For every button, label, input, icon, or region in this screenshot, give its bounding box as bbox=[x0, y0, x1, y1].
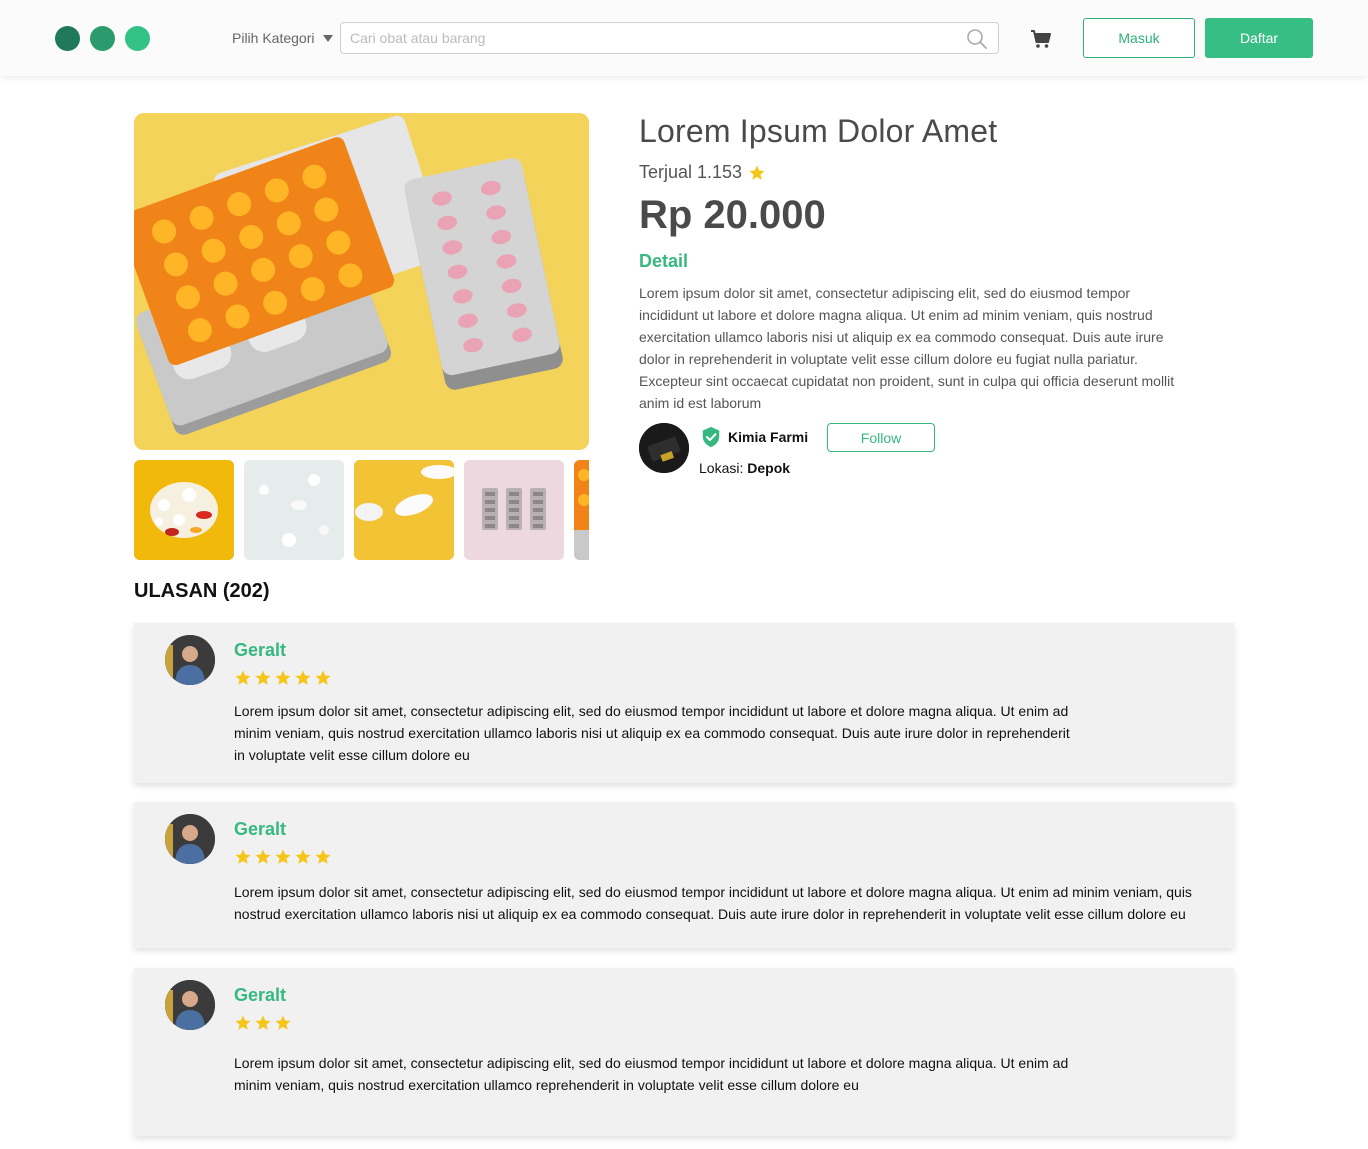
logo-dot-1[interactable] bbox=[55, 26, 80, 51]
thumbnail-3[interactable] bbox=[354, 460, 454, 560]
sold-count: Terjual 1.153 bbox=[639, 162, 766, 183]
review-card: Geralt Lorem ipsum dolor sit amet, conse… bbox=[134, 623, 1234, 783]
white-tablets-image bbox=[354, 460, 454, 560]
review-text: Lorem ipsum dolor sit amet, consectetur … bbox=[234, 703, 1070, 763]
star-icon bbox=[255, 849, 271, 864]
detail-heading: Detail bbox=[639, 251, 689, 271]
location-value: Depok bbox=[747, 460, 791, 476]
thumbnail-2[interactable] bbox=[244, 460, 344, 560]
reviewer-name: Geralt bbox=[234, 819, 287, 839]
star-icon bbox=[315, 670, 331, 685]
product-main-image[interactable] bbox=[134, 113, 589, 450]
thumbnail-strip bbox=[134, 460, 589, 560]
review-card: Geralt Lorem ipsum dolor sit amet, conse… bbox=[134, 802, 1234, 948]
thumbnail-1[interactable] bbox=[134, 460, 234, 560]
follow-button[interactable]: Follow bbox=[827, 423, 935, 452]
reviewer-name: Geralt bbox=[234, 640, 287, 660]
search-input[interactable] bbox=[341, 23, 961, 53]
star-icon bbox=[235, 670, 251, 685]
category-dropdown[interactable]: Pilih Kategori bbox=[232, 30, 333, 46]
star-icon bbox=[275, 1015, 291, 1030]
star-icon bbox=[235, 849, 251, 864]
orange-blister-image bbox=[574, 460, 589, 560]
review-rating bbox=[234, 669, 332, 687]
reviewer-photo bbox=[165, 635, 215, 685]
review-text: Lorem ipsum dolor sit amet, consectetur … bbox=[234, 1055, 1069, 1093]
review-rating bbox=[234, 1014, 292, 1032]
product-description: Lorem ipsum dolor sit amet, consectetur … bbox=[639, 285, 1175, 411]
caret-down-icon bbox=[322, 34, 333, 42]
seller-name[interactable]: Kimia Farmi bbox=[728, 429, 808, 445]
reviewer-photo bbox=[165, 814, 215, 864]
review-rating bbox=[234, 848, 332, 866]
cart-icon[interactable] bbox=[1030, 29, 1052, 49]
review-card: Geralt Lorem ipsum dolor sit amet, conse… bbox=[134, 968, 1234, 1136]
star-icon bbox=[275, 670, 291, 685]
top-navbar: Pilih Kategori Masuk Daftar bbox=[0, 0, 1368, 76]
product-title: Lorem Ipsum Dolor Amet bbox=[639, 113, 998, 149]
product-price: Rp 20.000 bbox=[639, 193, 826, 237]
star-icon bbox=[235, 1015, 251, 1030]
reviewer-name: Geralt bbox=[234, 985, 287, 1005]
logo-dot-2[interactable] bbox=[90, 26, 115, 51]
verified-badge-icon bbox=[702, 426, 720, 448]
seller-logo-image bbox=[639, 423, 689, 473]
star-icon bbox=[255, 1015, 271, 1030]
category-label: Pilih Kategori bbox=[232, 30, 315, 46]
thumbnail-5[interactable] bbox=[574, 460, 589, 560]
location-label: Lokasi: bbox=[699, 460, 744, 476]
star-icon bbox=[295, 670, 311, 685]
star-icon bbox=[295, 849, 311, 864]
logo-dot-3[interactable] bbox=[125, 26, 150, 51]
star-icon bbox=[275, 849, 291, 864]
star-icon bbox=[749, 165, 765, 180]
star-icon bbox=[315, 849, 331, 864]
register-button[interactable]: Daftar bbox=[1205, 18, 1313, 58]
login-button[interactable]: Masuk bbox=[1083, 18, 1195, 58]
blister-packs-image bbox=[464, 460, 564, 560]
pill-blister-illustration bbox=[134, 113, 589, 450]
seller-location: Lokasi: Depok bbox=[699, 460, 790, 476]
thumbnail-4[interactable] bbox=[464, 460, 564, 560]
reviewer-photo bbox=[165, 980, 215, 1030]
white-pills-image bbox=[244, 460, 344, 560]
sold-text: Terjual 1.153 bbox=[639, 162, 743, 182]
review-text: Lorem ipsum dolor sit amet, consectetur … bbox=[234, 884, 1192, 922]
reviewer-avatar[interactable] bbox=[165, 814, 215, 864]
reviews-heading: ULASAN (202) bbox=[134, 580, 270, 602]
seller-avatar[interactable] bbox=[639, 423, 689, 473]
assorted-pills-image bbox=[134, 460, 234, 560]
search-bar bbox=[340, 22, 999, 54]
star-icon bbox=[255, 670, 271, 685]
reviewer-avatar[interactable] bbox=[165, 635, 215, 685]
search-icon[interactable] bbox=[966, 28, 988, 50]
reviewer-avatar[interactable] bbox=[165, 980, 215, 1030]
